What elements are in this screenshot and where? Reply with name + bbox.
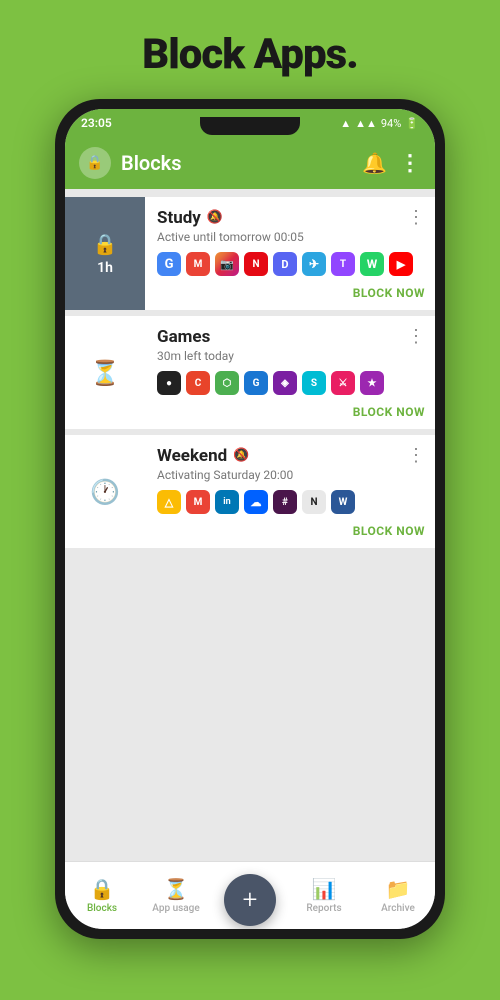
bell-icon[interactable]: 🔔 [362,151,387,175]
nav-item-blocks[interactable]: 🔒 Blocks [65,877,139,914]
fab-button[interactable]: + [224,874,276,926]
weekend-more-icon[interactable]: ⋮ [407,445,425,466]
nav-item-app-usage[interactable]: ⏳ App usage [139,877,213,914]
app-icon-chrome: G [157,252,181,276]
top-bar: 🔒 Blocks 🔔 ⋮ [65,137,435,189]
block-card-study: 🔒 1h Study 🔕 ⋮ Active until tomorrow 00:… [65,197,435,310]
app-icon-game2: C [186,371,210,395]
page-heading: Block Apps. [142,30,358,79]
fab-plus-icon: + [243,885,258,915]
top-bar-actions: 🔔 ⋮ [362,151,421,176]
block-card-weekend: 🕐 Weekend 🔕 ⋮ Activating Saturday 20:00 … [65,435,435,548]
study-block-now[interactable]: BLOCK NOW [353,282,425,304]
study-time-label: 1h [97,260,113,276]
app-icon-game5: ◈ [273,371,297,395]
battery-icon: 🔋 [405,117,419,130]
phone-notch [200,117,300,135]
study-right: Study 🔕 ⋮ Active until tomorrow 00:05 G … [145,197,435,310]
app-icon-game8: ★ [360,371,384,395]
top-bar-title: Blocks [121,151,362,175]
study-lock-icon: 🔒 [93,232,118,256]
app-icon-game7: ⚔ [331,371,355,395]
nav-item-reports[interactable]: 📊 Reports [287,877,361,914]
app-icon-telegram: ✈ [302,252,326,276]
app-icon-linkedin: in [215,490,239,514]
app-icon-youtube: ▶ [389,252,413,276]
nav-blocks-icon: 🔒 [90,877,115,901]
games-more-icon[interactable]: ⋮ [407,326,425,347]
games-app-icons: ● C ⬡ G ◈ S ⚔ ★ [157,371,425,395]
battery-label: 94% [381,117,401,130]
more-menu-icon[interactable]: ⋮ [399,151,421,176]
games-block-now[interactable]: BLOCK NOW [353,401,425,423]
content-area: 🔒 1h Study 🔕 ⋮ Active until tomorrow 00:… [65,189,435,861]
phone-frame: 23:05 ▲ ▲▲ 94% 🔋 🔒 Blocks 🔔 ⋮ [55,99,445,939]
weekend-right: Weekend 🔕 ⋮ Activating Saturday 20:00 △ … [145,435,435,548]
app-icon-notion: N [302,490,326,514]
app-icon-slack: # [273,490,297,514]
lock-icon: 🔒 [86,155,103,171]
app-icon-game3: ⬡ [215,371,239,395]
app-icon-game1: ● [157,371,181,395]
app-icon-game4: G [244,371,268,395]
block-card-games: ⏳ Games ⋮ 30m left today ● C ⬡ G [65,316,435,429]
clock-icon: 🕐 [90,478,120,506]
weekend-status: Activating Saturday 20:00 [157,468,425,482]
app-icon-gdrive: △ [157,490,181,514]
nav-archive-icon: 📁 [386,877,411,901]
nav-archive-label: Archive [381,903,415,914]
nav-reports-icon: 📊 [312,877,337,901]
weekend-title: Weekend [157,446,227,466]
app-icon-netflix: N [244,252,268,276]
app-icon-gmail: M [186,252,210,276]
wifi-icon: ▲ [340,117,351,130]
app-icon-gmail-w: M [186,490,210,514]
nav-appusage-label: App usage [152,903,199,914]
study-left: 🔒 1h [65,197,145,310]
app-icon-twitch: T [331,252,355,276]
nav-reports-label: Reports [306,903,341,914]
app-icon-word: W [331,490,355,514]
study-app-icons: G M 📷 N D ✈ T W ▶ [157,252,425,276]
app-icon-game6: S [302,371,326,395]
status-time: 23:05 [81,116,112,130]
games-status: 30m left today [157,349,425,363]
app-icon-discord: D [273,252,297,276]
games-title: Games [157,327,210,347]
top-bar-lock-icon: 🔒 [79,147,111,179]
nav-appusage-icon: ⏳ [164,877,189,901]
nav-blocks-label: Blocks [87,903,117,914]
hourglass-icon: ⏳ [90,359,120,387]
weekend-left: 🕐 [65,435,145,548]
app-icon-instagram: 📷 [215,252,239,276]
nav-item-archive[interactable]: 📁 Archive [361,877,435,914]
weekend-mute-icon: 🔕 [233,448,249,463]
games-left: ⏳ [65,316,145,429]
games-right: Games ⋮ 30m left today ● C ⬡ G ◈ S ⚔ ★ [145,316,435,429]
signal-icon: ▲▲ [355,117,377,130]
app-icon-dropbox: ☁ [244,490,268,514]
bottom-nav: 🔒 Blocks ⏳ App usage + 📊 Reports 📁 Archi… [65,861,435,929]
app-icon-whatsapp: W [360,252,384,276]
weekend-block-now[interactable]: BLOCK NOW [353,520,425,542]
study-mute-icon: 🔕 [207,210,223,225]
study-more-icon[interactable]: ⋮ [407,207,425,228]
study-status: Active until tomorrow 00:05 [157,230,425,244]
status-icons: ▲ ▲▲ 94% 🔋 [340,117,419,130]
weekend-app-icons: △ M in ☁ # N W [157,490,425,514]
study-title: Study [157,208,201,228]
